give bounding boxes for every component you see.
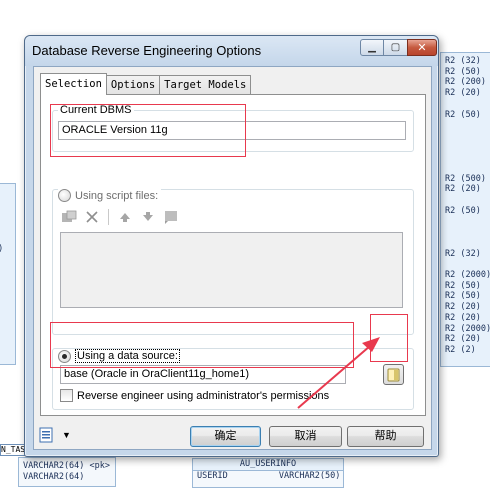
maximize-icon: ▢ bbox=[390, 42, 401, 53]
admin-permissions-label: Reverse engineer using administrator's p… bbox=[77, 389, 330, 402]
column-name: USERID bbox=[197, 471, 228, 481]
minimize-button[interactable]: ▁ bbox=[360, 39, 384, 56]
table-name: AU_USERINFO bbox=[193, 459, 343, 471]
database-icon bbox=[387, 368, 400, 381]
column-fragment bbox=[0, 255, 15, 266]
column-fragment bbox=[0, 287, 15, 298]
column-fragment bbox=[0, 233, 15, 244]
tab-options[interactable]: Options bbox=[105, 75, 161, 95]
column-type: R2 (50) bbox=[445, 291, 481, 302]
column-type bbox=[445, 217, 490, 228]
column-type bbox=[445, 163, 490, 174]
column-type: R2 (2000) bbox=[445, 270, 490, 281]
script-files-radio[interactable] bbox=[58, 189, 71, 202]
move-up-icon[interactable] bbox=[116, 209, 134, 225]
column-type bbox=[445, 131, 490, 142]
column-fragment: 0 bbox=[0, 223, 15, 234]
column-type: R2 (50) bbox=[445, 205, 481, 216]
script-files-label: Using script files: bbox=[75, 189, 159, 202]
column-fragment: 0) bbox=[0, 244, 15, 255]
column-type: R2 (20) bbox=[445, 334, 481, 345]
column-type: VARCHAR2(50) bbox=[278, 471, 341, 481]
toolbar-separator bbox=[108, 209, 109, 225]
close-icon: ✕ bbox=[417, 42, 427, 54]
help-context-icon[interactable] bbox=[39, 427, 59, 443]
column-type: R2 (20) bbox=[445, 88, 481, 99]
dialog-title: Database Reverse Engineering Options bbox=[32, 43, 262, 58]
column-type: R2 (32) bbox=[445, 56, 481, 66]
column-type: VARCHAR2(64) bbox=[23, 461, 85, 471]
background-table-left: 0 0) bbox=[0, 183, 16, 365]
column-type: R2 (50) bbox=[445, 66, 481, 77]
column-type bbox=[445, 238, 490, 249]
column-type: R2 (200) bbox=[445, 77, 486, 88]
column-type bbox=[445, 142, 490, 153]
close-button[interactable]: ✕ bbox=[407, 39, 437, 56]
column-type bbox=[445, 227, 490, 238]
column-fragment bbox=[0, 308, 15, 319]
column-type bbox=[445, 99, 490, 110]
column-type: VARCHAR2(64) bbox=[23, 471, 85, 482]
tab-selection[interactable]: Selection bbox=[40, 73, 107, 95]
cancel-button[interactable]: 取消 bbox=[269, 426, 342, 447]
column-fragment bbox=[0, 298, 15, 309]
title-bar[interactable]: Database Reverse Engineering Options ▁ ▢… bbox=[25, 36, 438, 66]
column-fragment bbox=[0, 340, 15, 351]
primary-key-marker: <pk> bbox=[89, 461, 111, 471]
column-fragment bbox=[0, 351, 15, 362]
column-type bbox=[445, 195, 490, 206]
column-fragment bbox=[0, 276, 15, 287]
column-type bbox=[445, 152, 490, 163]
column-type: R2 (50) bbox=[445, 109, 481, 120]
column-type: R2 (50) bbox=[445, 280, 481, 291]
column-type: R2 (20) bbox=[445, 312, 481, 323]
column-type: R2 (20) bbox=[445, 184, 481, 195]
reverse-engineering-dialog: Database Reverse Engineering Options ▁ ▢… bbox=[24, 35, 439, 457]
admin-permissions-option[interactable]: Reverse engineer using administrator's p… bbox=[60, 389, 329, 402]
help-button[interactable]: 帮助 bbox=[347, 426, 424, 447]
annotation-box-data-source bbox=[50, 322, 354, 368]
column-fragment bbox=[0, 212, 15, 223]
properties-icon[interactable] bbox=[162, 209, 180, 225]
annotation-box-dbms bbox=[50, 104, 246, 157]
add-files-icon[interactable] bbox=[60, 209, 78, 225]
column-type bbox=[445, 259, 490, 270]
select-data-source-button[interactable] bbox=[383, 364, 404, 385]
script-files-option[interactable]: Using script files: bbox=[58, 189, 162, 202]
script-files-toolbar bbox=[60, 208, 180, 226]
tab-strip: Selection Options Target Models bbox=[40, 73, 252, 95]
delete-icon[interactable] bbox=[83, 209, 101, 225]
column-type bbox=[445, 120, 490, 131]
minimize-icon: ▁ bbox=[368, 42, 376, 53]
column-type: R2 (32) bbox=[445, 248, 481, 259]
column-fragment bbox=[0, 330, 15, 341]
maximize-button[interactable]: ▢ bbox=[383, 39, 408, 56]
column-type: R2 (2) bbox=[445, 344, 476, 355]
annotation-box-browse-button bbox=[370, 314, 408, 362]
tab-target-models[interactable]: Target Models bbox=[159, 75, 252, 95]
admin-permissions-checkbox[interactable] bbox=[60, 389, 73, 402]
background-table-bottom-left: VARCHAR2(64) <pk> VARCHAR2(64) bbox=[18, 457, 116, 487]
column-fragment bbox=[0, 266, 15, 277]
script-files-list[interactable] bbox=[60, 232, 403, 308]
ok-button[interactable]: 确定 bbox=[190, 426, 261, 447]
column-type: R2 (20) bbox=[445, 302, 481, 313]
column-type: R2 (500) bbox=[445, 173, 486, 184]
background-table-right: R2 (32) R2 (50) R2 (200) R2 (20) R2 (50) R2… bbox=[440, 52, 490, 367]
chevron-down-icon[interactable]: ▼ bbox=[62, 430, 71, 440]
move-down-icon[interactable] bbox=[139, 209, 157, 225]
column-fragment bbox=[0, 362, 15, 373]
column-fragment bbox=[0, 319, 15, 330]
column-type: R2 (2000) bbox=[445, 323, 490, 334]
